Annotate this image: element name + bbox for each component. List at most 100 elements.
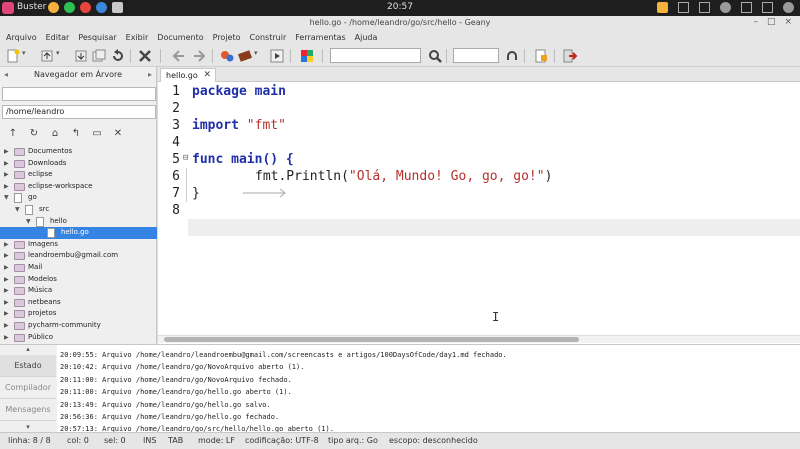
collapse-arrow-icon[interactable]: ▼ xyxy=(4,192,9,204)
clipboard-icon[interactable] xyxy=(678,2,689,13)
collapse-arrow-icon[interactable]: ▼ xyxy=(15,204,20,216)
menu-editar[interactable]: Editar xyxy=(46,31,70,45)
refresh-icon[interactable]: ↻ xyxy=(28,128,40,140)
status-scope: escopo: desconhecido xyxy=(389,436,478,445)
up-icon[interactable]: ↑ xyxy=(7,128,19,140)
volume-icon[interactable] xyxy=(762,2,773,13)
network-icon[interactable] xyxy=(699,2,710,13)
save-icon[interactable] xyxy=(74,49,88,63)
expand-arrow-icon[interactable]: ▶ xyxy=(4,274,9,286)
scrollbar-thumb[interactable] xyxy=(164,337,579,342)
tree-item[interactable]: ▶ Documentos xyxy=(0,146,157,158)
tree-item[interactable]: ▶ Música xyxy=(0,285,157,297)
search-icon[interactable] xyxy=(428,49,442,63)
minimize-button[interactable]: – xyxy=(753,17,758,27)
build-dropdown-icon[interactable]: ▾ xyxy=(254,49,262,63)
expand-arrow-icon[interactable]: ▶ xyxy=(4,158,9,170)
tab-estado[interactable]: Estado xyxy=(0,355,56,377)
expand-arrow-icon[interactable]: ▶ xyxy=(4,250,9,262)
notification-cat-icon[interactable] xyxy=(657,2,668,13)
forward-icon[interactable] xyxy=(192,49,206,63)
save-all-icon[interactable] xyxy=(92,49,106,63)
clear-icon[interactable]: ✕ xyxy=(112,128,124,140)
tabs-up-icon[interactable]: ▴ xyxy=(0,345,56,353)
battery-icon[interactable] xyxy=(741,2,752,13)
expand-arrow-icon[interactable]: ▶ xyxy=(4,239,9,251)
power-icon[interactable] xyxy=(783,2,794,13)
menu-arquivo[interactable]: Arquivo xyxy=(6,31,37,45)
expand-arrow-icon[interactable]: ▶ xyxy=(4,297,9,309)
horizontal-scrollbar[interactable] xyxy=(158,335,800,343)
keyboard-layout-icon[interactable] xyxy=(720,2,731,13)
log-line: 20:10:42: Arquivo /home/leandro/go/NovoA… xyxy=(60,363,305,372)
menu-documento[interactable]: Documento xyxy=(157,31,203,45)
tree-item[interactable]: ▶ Downloads xyxy=(0,158,157,170)
function-call: fmt.Println( xyxy=(255,169,349,184)
expand-arrow-icon[interactable]: ▶ xyxy=(4,146,9,158)
revert-icon[interactable] xyxy=(111,49,125,63)
open-file-icon[interactable] xyxy=(40,49,54,63)
compile-icon[interactable] xyxy=(220,49,234,63)
tree-item[interactable]: ▶ pycharm-community xyxy=(0,320,157,332)
menu-pesquisar[interactable]: Pesquisar xyxy=(78,31,116,45)
new-file-icon[interactable] xyxy=(6,49,20,63)
back-icon[interactable] xyxy=(172,49,186,63)
tree-item[interactable]: ▶ eclipse-workspace xyxy=(0,181,157,193)
tree-item[interactable]: ▶ netbeans xyxy=(0,297,157,309)
menu-exibir[interactable]: Exibir xyxy=(126,31,149,45)
filter-field[interactable] xyxy=(2,87,156,101)
collapse-arrow-icon[interactable]: ▼ xyxy=(26,216,31,228)
new-folder-icon[interactable]: ▭ xyxy=(91,128,103,140)
sidebar-next-tab-icon[interactable]: ▸ xyxy=(148,67,152,83)
expand-arrow-icon[interactable]: ▶ xyxy=(4,332,9,344)
expand-arrow-icon[interactable]: ▶ xyxy=(4,181,9,193)
preferences-icon[interactable] xyxy=(534,49,548,63)
maximize-button[interactable]: □ xyxy=(767,17,776,27)
code-editor[interactable]: 1 2 3 4 5 6 7 8 ⊟ package main import "f… xyxy=(158,82,800,332)
tree-item[interactable]: ▼ src xyxy=(0,204,157,216)
tab-compilador[interactable]: Compilador xyxy=(0,377,56,399)
goto-line-icon[interactable] xyxy=(505,49,519,63)
status-messages[interactable]: 20:09:55: Arquivo /home/leandro/leandroe… xyxy=(57,345,800,433)
tab-hello-go[interactable]: hello.go ✕ xyxy=(160,68,216,82)
goto-icon[interactable]: ↰ xyxy=(70,128,82,140)
expand-arrow-icon[interactable]: ▶ xyxy=(4,285,9,297)
search-input[interactable] xyxy=(330,48,421,63)
color-chooser-icon[interactable] xyxy=(300,49,314,63)
tree-item[interactable]: ▶ eclipse xyxy=(0,169,157,181)
expand-arrow-icon[interactable]: ▶ xyxy=(4,169,9,181)
fold-marker-icon[interactable]: ⊟ xyxy=(183,153,191,163)
expand-arrow-icon[interactable]: ▶ xyxy=(4,320,9,332)
goto-line-input[interactable] xyxy=(453,48,499,63)
tree-item[interactable]: ▼ go xyxy=(0,192,157,204)
open-file-dropdown-icon[interactable]: ▾ xyxy=(56,49,64,63)
menu-projeto[interactable]: Projeto xyxy=(213,31,241,45)
expand-arrow-icon[interactable]: ▶ xyxy=(4,262,9,274)
tree-item[interactable]: ▶ projetos xyxy=(0,308,157,320)
quit-icon[interactable] xyxy=(563,49,577,63)
tree-item[interactable]: ▶ Imagens xyxy=(0,239,157,251)
tree-item[interactable]: ▶ Modelos xyxy=(0,274,157,286)
run-icon[interactable] xyxy=(270,49,284,63)
home-icon[interactable]: ⌂ xyxy=(49,128,61,140)
tree-item[interactable]: hello.go xyxy=(0,227,157,239)
tree-item[interactable]: ▼ hello xyxy=(0,216,157,228)
folder-icon xyxy=(14,298,25,307)
sidebar-prev-tab-icon[interactable]: ◂ xyxy=(4,67,8,83)
tree-item[interactable]: ▶ Mail xyxy=(0,262,157,274)
new-file-dropdown-icon[interactable]: ▾ xyxy=(22,49,30,63)
tab-indent-arrow xyxy=(192,169,286,198)
close-tab-icon[interactable]: ✕ xyxy=(203,69,211,82)
expand-arrow-icon[interactable]: ▶ xyxy=(4,308,9,320)
close-file-icon[interactable] xyxy=(138,49,152,63)
path-field[interactable]: /home/leandro xyxy=(2,105,156,119)
tree-item[interactable]: ▶ Público xyxy=(0,332,157,344)
menu-ferramentas[interactable]: Ferramentas xyxy=(295,31,345,45)
close-button[interactable]: × xyxy=(784,17,792,27)
tree-item[interactable]: ▶ leandroembu@gmail.com xyxy=(0,250,157,262)
tab-mensagens[interactable]: Mensagens xyxy=(0,399,56,421)
tabs-down-icon[interactable]: ▾ xyxy=(0,423,56,431)
build-icon[interactable] xyxy=(238,49,252,63)
menu-construir[interactable]: Construir xyxy=(250,31,287,45)
menu-ajuda[interactable]: Ajuda xyxy=(355,31,378,45)
